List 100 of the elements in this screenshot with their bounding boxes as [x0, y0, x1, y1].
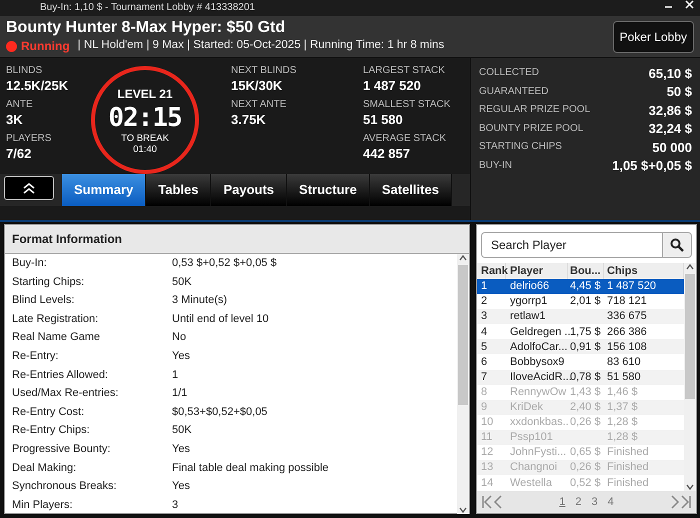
scroll-down-icon[interactable]: [686, 483, 694, 491]
chips-cell-text: 266 386: [606, 324, 648, 340]
rank-cell-text: 11: [480, 430, 494, 446]
collapse-button[interactable]: [4, 176, 54, 200]
info-label: Real Name Game: [12, 330, 102, 346]
bounty-cell-text: 0,65 $: [569, 445, 602, 460]
page-link[interactable]: 4: [602, 494, 619, 510]
info-value: Until end of level 10: [172, 312, 269, 327]
prize-label: COLLECTED: [479, 67, 540, 80]
info-label: Late Registration:: [12, 312, 100, 327]
prize-value: 32,86 $: [648, 102, 692, 120]
stat-value: 7/62: [6, 145, 32, 162]
previous-page-icon[interactable]: [493, 495, 503, 509]
player-cell-text: KriDek: [509, 400, 544, 416]
player-row[interactable]: 1 delrio66 4,45 $ 1 487 520: [477, 279, 684, 294]
stat-label: NEXT BLINDS: [231, 65, 298, 77]
chips-cell-text: 1,37 $: [606, 400, 639, 416]
info-label: Re-Entries Allowed:: [12, 368, 109, 383]
chips-cell-text: 1,28 $: [606, 415, 639, 430]
prize-label: BUY-IN: [479, 160, 512, 172]
double-chevron-up-icon: [22, 182, 36, 194]
page-link[interactable]: 1: [554, 494, 570, 510]
info-value: 1: [172, 368, 178, 383]
tab[interactable]: Tables: [146, 174, 212, 206]
bounty-cell-text: 4,45 $: [569, 279, 602, 294]
chips-cell-text: Finished: [606, 476, 650, 491]
stat-value: 12.5K/25K: [6, 77, 70, 94]
stat-label: PLAYERS: [6, 133, 52, 145]
prize-value: 50 $: [666, 83, 692, 101]
chips-cell-text: 51 580: [606, 370, 642, 385]
poker-lobby-button[interactable]: Poker Lobby: [612, 20, 694, 52]
info-value: No: [172, 330, 186, 346]
close-icon[interactable]: [685, 0, 694, 9]
scrollbar-thumb[interactable]: [685, 274, 695, 399]
player-cell-text: xxdonkbas..: [509, 415, 568, 430]
info-label: Re-Entry Cost:: [12, 404, 86, 420]
level-label: LEVEL 21: [117, 86, 173, 103]
search-button[interactable]: [662, 232, 692, 258]
bounty-cell-text: 2,01 $: [569, 294, 602, 310]
first-page-icon[interactable]: [481, 495, 493, 509]
info-value: Yes: [172, 479, 190, 494]
rank-cell-text: 2: [480, 294, 488, 310]
scrollbar-thumb[interactable]: [458, 265, 468, 405]
page-link[interactable]: 2: [570, 494, 586, 510]
next-page-icon[interactable]: [670, 495, 680, 509]
info-label: Buy-In:: [12, 256, 48, 272]
stat-label: ANTE: [6, 99, 34, 111]
scroll-up-icon[interactable]: [686, 263, 694, 271]
chips-cell-text: Finished: [606, 445, 650, 460]
player-row[interactable]: 3 retlaw1 336 675: [477, 309, 684, 324]
tab[interactable]: Payouts: [211, 174, 288, 206]
player-cell-text: retlaw1: [509, 309, 546, 324]
player-cell-text: Bobbysox9: [509, 354, 566, 370]
info-label: Deal Making:: [12, 460, 78, 476]
stat-label: AVERAGE STACK: [363, 133, 447, 145]
info-value: 50K: [172, 423, 192, 438]
tab[interactable]: Structure: [287, 174, 370, 206]
rank-cell-text: 1: [480, 279, 488, 294]
player-row[interactable]: 6 Bobbysox9 83 610: [477, 354, 684, 370]
search-icon: [670, 238, 684, 252]
player-row[interactable]: 4 Geldregen ..1,75 $ 266 386: [477, 324, 684, 340]
info-value: Final table deal making possible: [172, 460, 329, 476]
info-value: Yes: [172, 442, 190, 457]
page-link[interactable]: 3: [586, 494, 603, 510]
panel-title: Format Information: [5, 225, 469, 254]
status-label: Running: [21, 38, 70, 55]
info-label: Blind Levels:: [12, 293, 76, 308]
tab[interactable]: Satellites: [370, 174, 452, 206]
last-page-icon[interactable]: [680, 495, 692, 509]
prize-value: 50 000: [652, 138, 692, 156]
prize-label: GUARANTEED: [479, 86, 548, 98]
info-label: Min Players:: [12, 498, 74, 513]
rank-cell-text: 4: [480, 324, 488, 340]
info-label: Re-Entry Chips:: [12, 423, 91, 438]
info-label: Used/Max Re-entries:: [12, 386, 120, 402]
player-row[interactable]: 5 AdolfoCar... 0,91 $ 156 108: [477, 339, 684, 354]
scroll-up-icon[interactable]: [459, 254, 467, 262]
tournament-details: | NL Hold'em | 9 Max | Started: 05-Oct-2025 | Running Time: 1 hr 8 mins: [78, 38, 444, 54]
stat-value: 442 857: [363, 145, 411, 162]
rank-cell-text: 10: [480, 415, 494, 430]
bounty-cell-text: 1,75 $: [570, 324, 602, 340]
search-field[interactable]: Search Player: [481, 232, 662, 258]
stat-value: 1 487 520: [363, 77, 422, 94]
bounty-cell-text: 0,26 $: [569, 415, 602, 430]
scroll-down-icon[interactable]: [459, 506, 467, 514]
info-value: Yes: [172, 349, 190, 364]
tab[interactable]: Summary: [62, 174, 146, 206]
player-cell-text: delrio66: [509, 279, 550, 294]
info-label: Synchronous Breaks:: [12, 479, 118, 494]
prize-value: 65,10 $: [648, 64, 692, 82]
info-label: Re-Entry:: [12, 349, 60, 364]
chips-cell-text: 1,28 $: [606, 430, 639, 446]
stat-value: 15K/30K: [231, 77, 284, 94]
chips-cell-text: 1 487 520: [606, 279, 657, 294]
chips-cell-text: 83 610: [606, 354, 642, 370]
stat-value: 3.75K: [231, 111, 267, 128]
player-row[interactable]: 2 ygorrp1 2,01 $ 718 121: [477, 294, 684, 310]
info-value: 3 Minute(s): [172, 293, 228, 308]
player-row[interactable]: 7 IloveAcidR...0,78 $ 51 580: [477, 370, 684, 385]
chips-cell-text: Finished: [606, 460, 650, 476]
